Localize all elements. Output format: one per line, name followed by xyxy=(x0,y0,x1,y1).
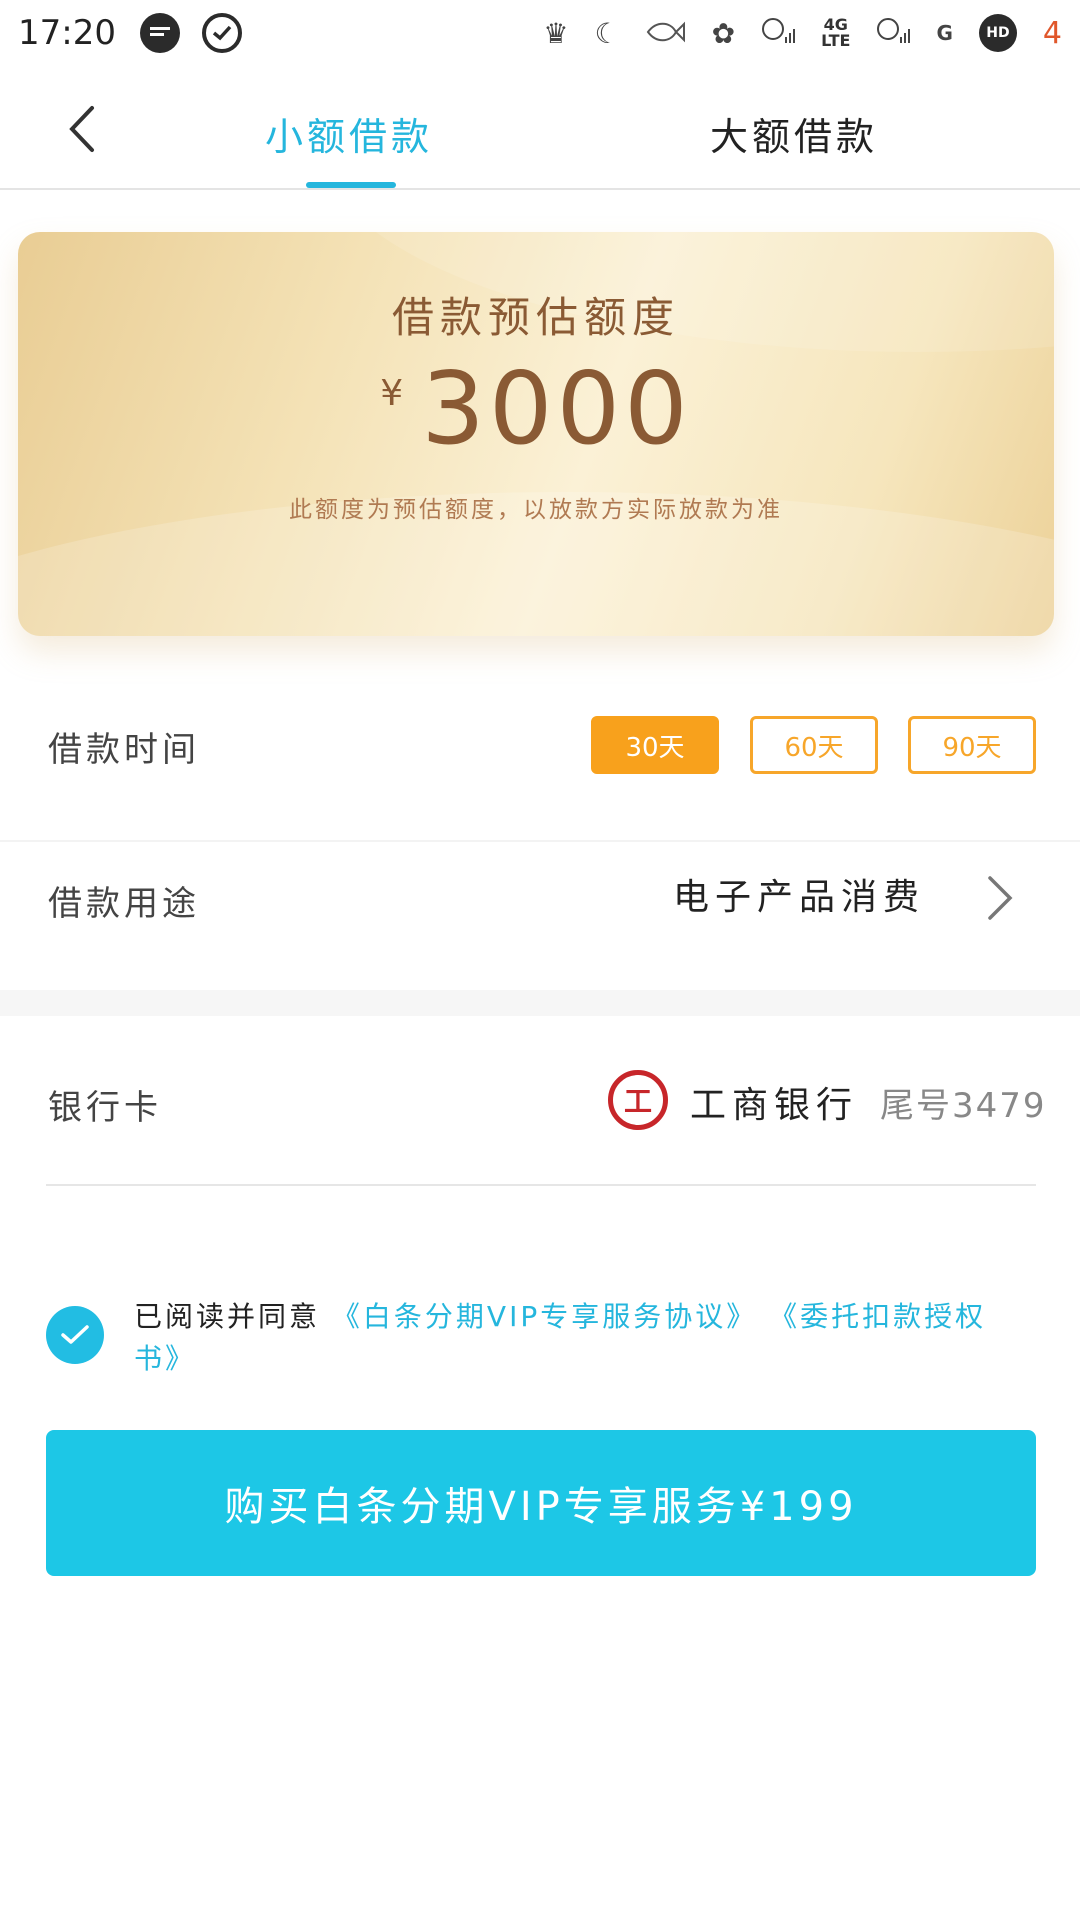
loan-purpose-label: 借款用途 xyxy=(48,884,200,924)
card-note: 此额度为预估额度，以放款方实际放款为准 xyxy=(289,497,783,523)
agreement-text: 已阅读并同意 《白条分期VIP专享服务协议》 《委托扣款授权书》 xyxy=(134,1296,1034,1380)
divider xyxy=(0,840,1080,842)
status-bar: 17:20 ♛ ☾ ✿ 4G LTE G HD 4 xyxy=(0,0,1080,66)
signal-icon xyxy=(761,15,796,52)
status-icons: ♛ ☾ ✿ 4G LTE G HD 4 xyxy=(543,0,1062,66)
moon-icon: ☾ xyxy=(594,16,620,50)
loan-purpose-chevron[interactable] xyxy=(985,874,1015,922)
chevron-left-icon xyxy=(69,106,94,152)
tab-indicator xyxy=(306,182,396,188)
signal-icon-2 xyxy=(876,15,911,52)
g-signal-label: G xyxy=(936,21,953,45)
loan-page: 17:20 ♛ ☾ ✿ 4G LTE G HD 4 小额借款 大额借款 借款预估… xyxy=(0,0,1080,1920)
flower-icon: ✿ xyxy=(711,16,736,50)
battery-icon: 4 xyxy=(1042,15,1062,51)
agreement-prefix: 已阅读并同意 xyxy=(134,1300,321,1333)
bank-card-label: 银行卡 xyxy=(48,1088,162,1128)
top-nav: 小额借款 大额借款 xyxy=(0,66,1080,190)
tab-large-loan[interactable]: 大额借款 xyxy=(710,106,878,161)
card-title: 借款预估额度 xyxy=(391,293,680,342)
vip-service-agreement-link[interactable]: 《白条分期VIP专享服务协议》 xyxy=(332,1300,757,1333)
bank-name[interactable]: 工商银行 xyxy=(690,1076,858,1128)
hd-icon: HD xyxy=(978,14,1017,52)
agreement-checkbox[interactable] xyxy=(46,1306,104,1364)
chevron-right-icon xyxy=(988,876,1013,920)
tab-small-loan[interactable]: 小额借款 xyxy=(265,106,433,161)
network-sub-label: LTE xyxy=(821,31,851,50)
status-time: 17:20 xyxy=(18,13,116,53)
divider-2 xyxy=(46,1184,1036,1186)
bank-card-tail: 尾号3479 xyxy=(880,1086,1047,1126)
network-type: 4G LTE xyxy=(821,17,850,49)
card-amount: ¥3000 xyxy=(18,350,1054,467)
term-option-90[interactable]: 90天 xyxy=(908,716,1036,774)
amount-value: 3000 xyxy=(421,350,692,467)
loan-purpose-value[interactable]: 电子产品消费 xyxy=(673,868,925,920)
estimated-limit-card: 借款预估额度 ¥3000 此额度为预估额度，以放款方实际放款为准 xyxy=(18,232,1054,636)
buy-vip-button[interactable]: 购买白条分期VIP专享服务¥199 xyxy=(46,1430,1036,1576)
term-option-30[interactable]: 30天 xyxy=(591,716,719,774)
icbc-logo-icon: 工 xyxy=(608,1070,668,1130)
section-divider xyxy=(0,990,1080,1016)
currency-symbol: ¥ xyxy=(380,373,404,414)
check-icon xyxy=(61,1325,89,1344)
loan-term-label: 借款时间 xyxy=(48,730,200,770)
term-option-60[interactable]: 60天 xyxy=(750,716,878,774)
crown-icon: ♛ xyxy=(543,16,569,50)
message-bubble-icon xyxy=(139,13,180,53)
back-button[interactable] xyxy=(64,104,104,154)
check-circle-icon xyxy=(201,13,242,53)
fish-icon xyxy=(646,17,686,50)
